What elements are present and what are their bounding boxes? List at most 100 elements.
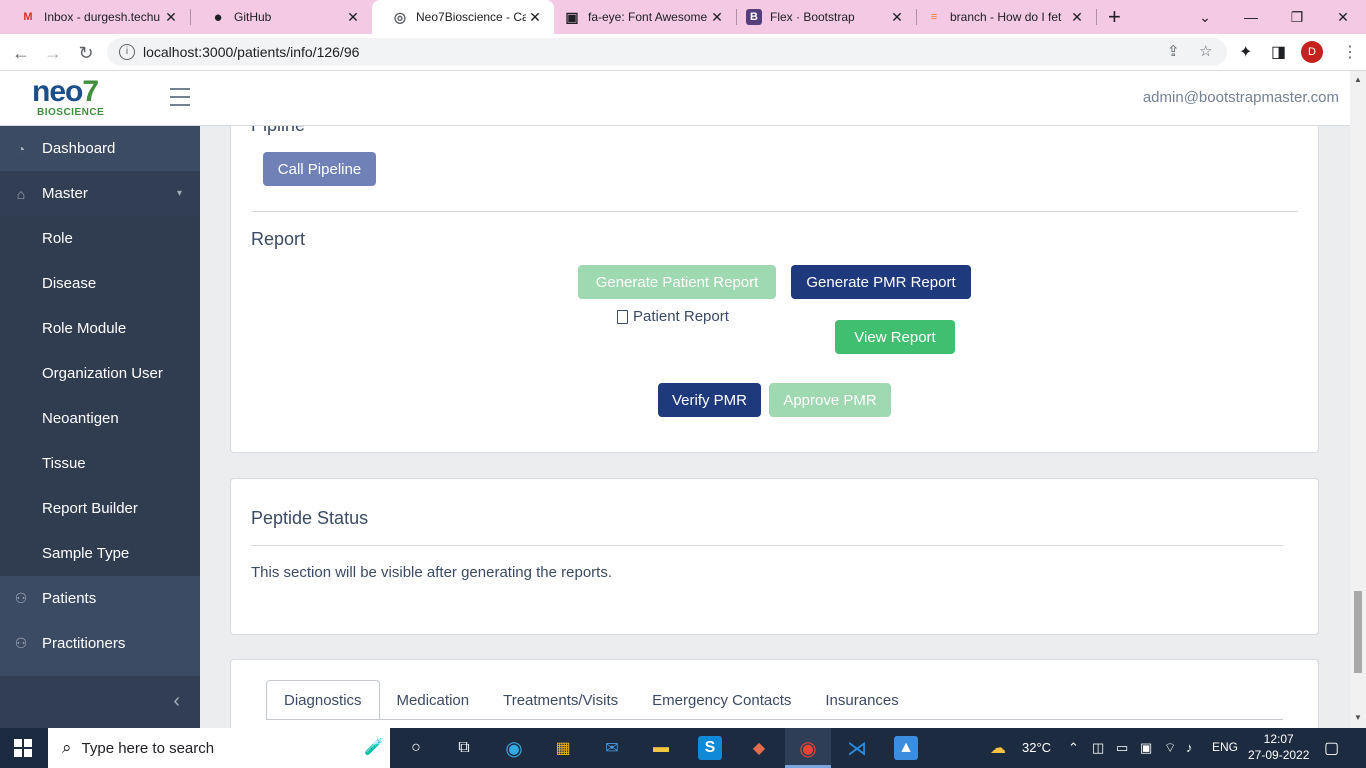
globe-icon: ◎ (393, 8, 407, 25)
browser-tab-gmail[interactable]: M Inbox - durgesh.techu ✕ (0, 0, 190, 34)
sidebar-item-disease[interactable]: Disease (0, 261, 200, 306)
close-icon[interactable]: ✕ (526, 9, 544, 26)
wifi-icon[interactable]: ⌔ (1164, 740, 1176, 756)
window-close-icon[interactable]: ✕ (1320, 0, 1366, 34)
user-avatar-alt-text[interactable]: admin@bootstrapmaster.com (1143, 89, 1339, 106)
sidebar-item-dashboard[interactable]: ◔ Dashboard (0, 126, 200, 171)
side-panel-icon[interactable]: ◨ (1271, 42, 1286, 62)
sidebar-item-neoantigen[interactable]: Neoantigen (0, 396, 200, 441)
windows-start-icon[interactable] (14, 739, 32, 757)
browser-tab-font-awesome[interactable]: ▣ fa-eye: Font Awesome ✕ (554, 0, 736, 34)
sidebar-item-practitioners[interactable]: ⚇ Practitioners (0, 621, 200, 666)
tab-search-chevron-icon[interactable]: ⌄ (1182, 0, 1228, 34)
notification-center-icon[interactable]: ▢ (1324, 738, 1339, 758)
verify-pmr-button[interactable]: Verify PMR (658, 383, 761, 417)
volume-icon[interactable]: ♪ (1186, 740, 1193, 755)
file-pdf-icon (617, 309, 628, 324)
approve-pmr-button[interactable]: Approve PMR (769, 383, 891, 417)
close-icon[interactable]: ✕ (162, 9, 180, 26)
minimize-icon[interactable]: — (1228, 0, 1274, 34)
close-icon[interactable]: ✕ (344, 9, 362, 26)
tab-title: branch - How do I fet (950, 10, 1062, 24)
back-arrow-icon[interactable]: ← (8, 40, 34, 66)
clock[interactable]: 12:07 27-09-2022 (1248, 731, 1309, 763)
sidebar-minimizer[interactable]: ‹ (0, 676, 200, 728)
scroll-down-icon[interactable]: ▼ (1354, 713, 1362, 722)
sidebar-item-label: Sample Type (42, 545, 130, 562)
sidebar-item-master[interactable]: ⌂ Master ▾ (0, 171, 200, 216)
battery-icon[interactable]: ▭ (1116, 740, 1128, 756)
generate-pmr-report-button[interactable]: Generate PMR Report (791, 265, 971, 299)
taskbar-search-box[interactable]: ⌕ Type here to search 🧪 (48, 728, 390, 768)
sidebar-item-report-builder[interactable]: Report Builder (0, 486, 200, 531)
restore-icon[interactable]: ❐ (1274, 0, 1320, 34)
view-report-button[interactable]: View Report (835, 320, 955, 354)
scroll-up-icon[interactable]: ▲ (1354, 75, 1362, 84)
site-info-icon[interactable]: i (119, 44, 135, 60)
meet-now-icon[interactable]: ◫ (1092, 740, 1104, 756)
edge-icon[interactable]: ◉ (502, 736, 526, 760)
sidebar-item-role-module[interactable]: Role Module (0, 306, 200, 351)
sidebar: ◔ Dashboard ⌂ Master ▾ Role Disease Role… (0, 126, 200, 728)
browser-tab-stackoverflow[interactable]: ≡ branch - How do I fet ✕ (916, 0, 1096, 34)
logo-subtitle: BIOSCIENCE (37, 107, 105, 118)
url-text[interactable]: localhost:3000/patients/info/126/96 (143, 44, 359, 60)
tab-treatments-visits[interactable]: Treatments/Visits (486, 680, 635, 720)
divider (251, 211, 1298, 212)
weather-icon[interactable]: ☁ (990, 738, 1006, 758)
logo-seven: 7 (82, 75, 99, 108)
sidebar-item-label: Neoantigen (42, 410, 119, 427)
tab-emergency-contacts[interactable]: Emergency Contacts (635, 680, 808, 720)
temperature-text[interactable]: 32°C (1022, 740, 1051, 755)
browser-menu-icon[interactable]: ⋮ (1342, 42, 1358, 62)
task-view-icon[interactable]: ⧉ (452, 736, 476, 760)
tab-diagnostics[interactable]: Diagnostics (266, 680, 380, 720)
windows-taskbar: ⌕ Type here to search 🧪 ○ ⧉ ◉ ▦ ✉ ▬ S ◆ … (0, 728, 1366, 768)
share-icon[interactable]: ⇪ (1167, 42, 1180, 60)
divider (251, 545, 1283, 546)
language-indicator[interactable]: ENG (1212, 740, 1238, 754)
tab-insurances[interactable]: Insurances (808, 680, 915, 720)
profile-avatar[interactable]: D (1301, 41, 1323, 63)
file-explorer-icon[interactable]: ▬ (649, 736, 673, 760)
forward-arrow-icon[interactable]: → (40, 40, 66, 66)
scrollbar-thumb[interactable] (1354, 591, 1362, 673)
browser-tab-neo7[interactable]: ◎ Neo7Bioscience - Can ✕ (372, 0, 554, 34)
address-bar[interactable]: i localhost:3000/patients/info/126/96 ⇪ … (107, 38, 1227, 66)
display-icon[interactable]: ▣ (1140, 740, 1152, 756)
browser-tab-bootstrap[interactable]: B Flex · Bootstrap ✕ (736, 0, 916, 34)
tabs-divider (266, 719, 1283, 720)
sidebar-item-role[interactable]: Role (0, 216, 200, 261)
mail-icon[interactable]: ✉ (600, 736, 624, 760)
call-pipeline-button[interactable]: Call Pipeline (263, 152, 376, 186)
sidebar-item-organization-user[interactable]: Organization User (0, 351, 200, 396)
neo7-logo[interactable]: neo7 BIOSCIENCE (32, 75, 127, 119)
page-scrollbar[interactable]: ▲ ▼ (1350, 71, 1366, 728)
close-icon[interactable]: ✕ (888, 9, 906, 26)
store-icon[interactable]: ▦ (551, 736, 575, 760)
show-hidden-icons-icon[interactable]: ⌃ (1068, 740, 1079, 756)
cortana-icon[interactable]: ○ (404, 736, 428, 760)
chrome-icon[interactable]: ◉ (796, 736, 820, 760)
sidebar-item-patients[interactable]: ⚇ Patients (0, 576, 200, 621)
people-icon: ⚇ (14, 635, 28, 651)
close-icon[interactable]: ✕ (708, 9, 726, 26)
tab-medication[interactable]: Medication (380, 680, 487, 720)
close-icon[interactable]: ✕ (1068, 9, 1086, 26)
bootstrap-icon: B (746, 9, 762, 25)
sidebar-item-sample-type[interactable]: Sample Type (0, 531, 200, 576)
reload-icon[interactable]: ↻ (73, 40, 99, 66)
sidebar-toggle-icon[interactable] (170, 88, 190, 106)
vscode-icon[interactable]: ⋊ (845, 736, 869, 760)
sidebar-item-tissue[interactable]: Tissue (0, 441, 200, 486)
extensions-puzzle-icon[interactable]: ✦ (1239, 42, 1252, 62)
git-icon[interactable]: ◆ (747, 736, 771, 760)
skype-icon[interactable]: S (698, 736, 722, 760)
generate-patient-report-button[interactable]: Generate Patient Report (578, 265, 776, 299)
report-heading: Report (251, 229, 306, 249)
browser-tab-github[interactable]: ● GitHub ✕ (190, 0, 372, 34)
patient-report-link[interactable]: Patient Report (617, 308, 729, 325)
photos-icon[interactable]: ▲ (894, 736, 918, 760)
new-tab-button[interactable]: + (1108, 4, 1121, 30)
bookmark-star-icon[interactable]: ☆ (1199, 42, 1212, 60)
